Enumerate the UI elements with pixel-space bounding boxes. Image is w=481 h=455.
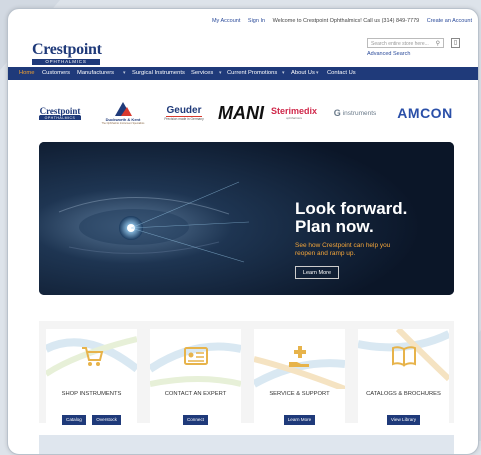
brand-crestpoint-name: Crestpoint	[39, 106, 81, 116]
search-icon[interactable]: ⚲	[436, 39, 440, 49]
nav-services[interactable]: Services	[191, 67, 213, 80]
brand-duckworth-sub: The Ophthalmic Instrument Specialists	[101, 122, 145, 125]
hero-title-line2: Plan now.	[295, 217, 374, 236]
search-input[interactable]: Search entire store here... ⚲	[367, 38, 444, 48]
hero-subtitle: See how Crestpoint can help you reopen a…	[295, 242, 391, 257]
brand-amcon-name: AMCON	[397, 105, 453, 121]
nav-about-us[interactable]: About Us	[291, 67, 315, 80]
search-placeholder: Search entire store here...	[371, 41, 429, 47]
brand-logo-crestpoint[interactable]: Crestpoint OPHTHALMICS	[36, 95, 84, 131]
manufacturer-logos: Crestpoint OPHTHALMICS Duckworth & Kent …	[8, 95, 478, 131]
advanced-search-link[interactable]: Advanced Search	[367, 51, 410, 57]
hero-title: Look forward. Plan now.	[295, 200, 407, 236]
cart-icon	[82, 347, 104, 366]
g-instruments-mark-icon: G	[333, 108, 341, 118]
sign-in-link[interactable]: Sign In	[248, 18, 265, 24]
id-card-icon	[184, 347, 208, 365]
nav-current-promotions[interactable]: Current Promotions	[227, 67, 277, 80]
nav-surgical-instruments[interactable]: Surgical Instruments	[132, 67, 185, 80]
learn-more-button[interactable]: Learn More	[283, 415, 316, 425]
duckworth-kent-mark-icon	[115, 102, 132, 116]
connect-button[interactable]: Connect	[182, 415, 209, 425]
brand-sterimedix-name: Sterimedix	[270, 106, 318, 116]
my-account-link[interactable]: My Account	[212, 18, 240, 24]
create-account-link[interactable]: Create an Account	[427, 18, 472, 24]
brand-geuder-name: Geuder	[166, 104, 202, 117]
hero-title-line1: Look forward.	[295, 199, 408, 218]
brand-sterimedix-sub: ophthalmics	[285, 116, 302, 120]
bottom-section-edge	[39, 435, 454, 454]
brand-crestpoint-sub: OPHTHALMICS	[38, 116, 82, 120]
open-book-icon	[392, 346, 416, 367]
chevron-down-icon: ▾	[282, 70, 285, 76]
feature-cards: SHOP INSTRUMENTS Catalog Overstock CONTA…	[39, 321, 454, 425]
chevron-down-icon: ▾	[219, 70, 222, 76]
overstock-button[interactable]: Overstock	[92, 415, 121, 425]
brand-logo-g-instruments[interactable]: G instruments	[326, 95, 384, 131]
card-title: SHOP INSTRUMENTS	[61, 391, 122, 397]
brand-logo-geuder[interactable]: Geuder Precision made in Germany	[160, 95, 208, 131]
cart-icon[interactable]: ▯	[451, 38, 460, 48]
brand-logo-sterimedix[interactable]: Sterimedix ophthalmics	[269, 95, 319, 131]
brand-logo-duckworth-kent[interactable]: Duckworth & Kent The Ophthalmic Instrume…	[94, 95, 152, 131]
hand-plus-icon	[289, 346, 309, 367]
card-title: SERVICE & SUPPORT	[269, 391, 330, 397]
brand-mani-name: MANI	[218, 102, 264, 123]
browser-window: My Account Sign In Welcome to Crestpoint…	[7, 8, 479, 455]
nav-manufacturers[interactable]: Manufacturers	[77, 67, 114, 80]
brand-logo-mani[interactable]: MANI	[218, 95, 264, 131]
brand-logo-amcon[interactable]: AMCON	[394, 95, 456, 131]
nav-contact-us[interactable]: Contact Us	[327, 67, 356, 80]
site-logo[interactable]: Crestpoint OPHTHALMICS	[32, 42, 104, 70]
card-service-support[interactable]: SERVICE & SUPPORT Learn More	[254, 329, 345, 425]
card-contact-expert[interactable]: CONTACT AN EXPERT Connect	[150, 329, 241, 425]
nav-home[interactable]: Home	[19, 67, 34, 80]
card-title: CONTACT AN EXPERT	[164, 391, 227, 397]
brand-ginstruments-name: instruments	[342, 109, 377, 117]
brand-geuder-sub: Precision made in Germany	[164, 116, 204, 121]
welcome-text: Welcome to Crestpoint Ophthalmics! Call …	[272, 18, 420, 24]
logo-wordmark: Crestpoint	[32, 41, 102, 58]
view-library-button[interactable]: View Library	[386, 415, 421, 425]
logo-subtitle: OPHTHALMICS	[32, 59, 100, 65]
main-navigation: Home Customers Manufacturers ▾ Surgical …	[8, 67, 478, 80]
nav-customers[interactable]: Customers	[42, 67, 70, 80]
chevron-down-icon: ▾	[316, 70, 319, 76]
hero-learn-more-button[interactable]: Learn More	[295, 266, 339, 279]
chevron-down-icon: ▾	[123, 70, 126, 76]
carousel-indicators	[229, 284, 262, 295]
card-title: CATALOGS & BROCHURES	[366, 391, 441, 397]
card-shop-instruments[interactable]: SHOP INSTRUMENTS Catalog Overstock	[46, 329, 137, 425]
hero-banner[interactable]: Look forward. Plan now. See how Crestpoi…	[39, 142, 454, 295]
catalog-button[interactable]: Catalog	[62, 415, 86, 425]
top-utility-bar: My Account Sign In Welcome to Crestpoint…	[8, 15, 472, 27]
card-catalogs-brochures[interactable]: CATALOGS & BROCHURES View Library	[358, 329, 449, 425]
